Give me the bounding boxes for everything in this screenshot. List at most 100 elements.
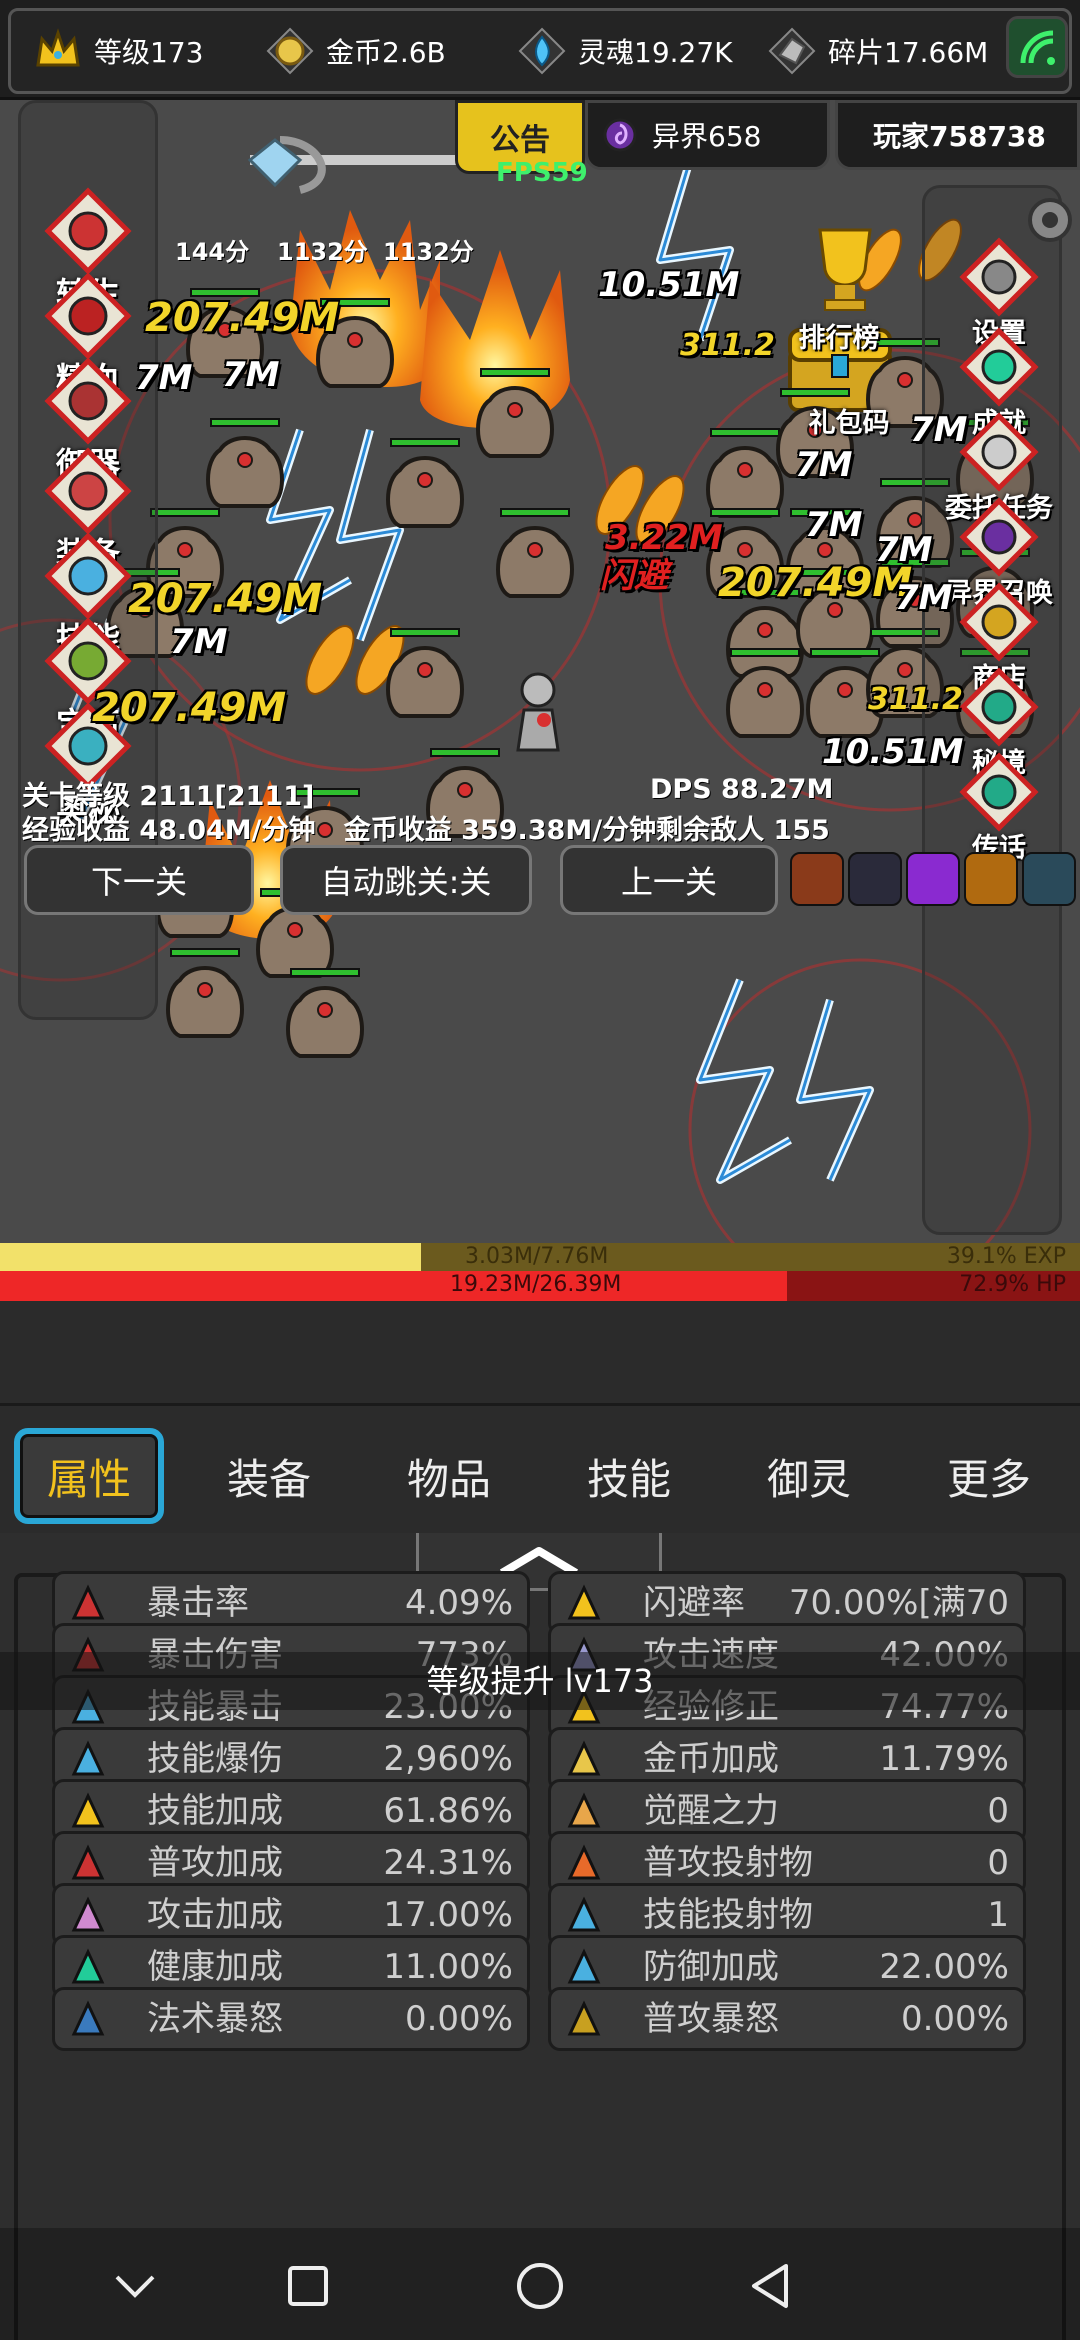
damage-number: 7M [895, 578, 953, 618]
fragment-icon [764, 23, 820, 79]
stat-name: 法术暴怒 [147, 1999, 283, 2039]
level-up-toast: 等级提升 lv173 [0, 1652, 1080, 1710]
stat-icon [63, 1787, 113, 1837]
fragment-value: 碎片17.66M [828, 36, 989, 69]
home-icon[interactable] [510, 2256, 570, 2316]
tab-spirits[interactable]: 御灵 [734, 1428, 884, 1524]
stat-icon [559, 1943, 609, 1993]
menu-badge-icon [957, 580, 1041, 664]
damage-number: 7M [805, 505, 863, 545]
rock-golem-enemy [470, 380, 560, 464]
dps-value: DPS 88.27M [650, 774, 834, 805]
enemy-health-bar [500, 508, 570, 517]
enemy-health-bar [290, 968, 360, 977]
rock-golem-enemy [200, 430, 290, 514]
damage-number: 311.2 [680, 328, 775, 363]
stat-icon [63, 1995, 113, 2045]
chevron-down-icon[interactable] [105, 2256, 165, 2316]
damage-number: 207.49M [92, 685, 287, 731]
divider-strip [0, 1301, 1080, 1403]
damage-number: 7M [170, 622, 228, 662]
battle-field[interactable]: 转生精血御器装备技能宝石奥秘 设置排行榜礼包码成就委托任务异界召唤商店秘境传话 … [0, 100, 1080, 1345]
game-screen: 等级173 金币2.6B 灵魂19.27K 碎片17.66M 奥秘 排行榜 礼包… [0, 0, 1080, 2340]
menu-badge-icon [957, 410, 1041, 494]
damage-number: 7M [875, 530, 933, 570]
damage-number: 10.51M [598, 265, 740, 305]
fps-counter: FPS59 [496, 158, 588, 188]
enemy-health-bar [430, 748, 500, 757]
prev-stage-button[interactable]: 上一关 [560, 845, 778, 915]
stat-row[interactable]: 普攻暴怒 0.00% [548, 1987, 1026, 2051]
hp-bar-fill [0, 1271, 788, 1301]
signal-icon [1020, 30, 1055, 65]
damage-number: 207.49M [128, 576, 323, 622]
stat-icon [63, 1943, 113, 1993]
exp-bar-text: 3.03M/7.76M [465, 1244, 609, 1269]
otherworld-counter[interactable]: 异界658 [585, 100, 830, 170]
stat-name: 普攻暴怒 [643, 1999, 779, 2039]
damage-number: 7M [795, 445, 853, 485]
stat-row[interactable]: 法术暴怒 0.00% [52, 1987, 530, 2051]
tab-equipment[interactable]: 装备 [194, 1428, 344, 1524]
claw-skill-icon[interactable] [964, 852, 1018, 906]
income-row: 经验收益 48.04M/分钟 金币收益 359.38M/分钟剩余敌人 155 [22, 808, 830, 847]
damage-number: 10.51M [822, 732, 964, 772]
soul-flame-icon [514, 23, 570, 79]
fire-skill-icon[interactable] [790, 852, 844, 906]
rock-golem-enemy [160, 960, 250, 1044]
gold-resource: 金币2.6B [262, 18, 446, 84]
tab-items[interactable]: 物品 [374, 1428, 524, 1524]
stat-icon [559, 1995, 609, 2045]
damage-number: 7M [135, 358, 193, 398]
back-icon[interactable] [740, 2256, 800, 2316]
stat-icon [63, 1735, 113, 1785]
dark-orb-skill-icon[interactable] [848, 852, 902, 906]
menu-badge-icon [42, 530, 134, 622]
tab-more[interactable]: 更多 [914, 1428, 1064, 1524]
tab-attributes[interactable]: 属性 [14, 1428, 164, 1524]
enemy-health-bar [480, 368, 550, 377]
resource-bar: 等级173 金币2.6B 灵魂19.27K 碎片17.66M [0, 0, 1080, 100]
rock-golem-enemy [380, 640, 470, 724]
stat-icon [63, 1891, 113, 1941]
right-menu-label: 礼包码 [808, 408, 890, 439]
rock-golem-enemy [380, 450, 470, 534]
gold-income-label: 金币收益 [343, 815, 452, 846]
right-menu-item[interactable]: 礼包码 [774, 325, 924, 440]
signal-button[interactable] [1006, 16, 1068, 78]
recent-apps-icon[interactable] [278, 2256, 338, 2316]
stat-icon [63, 1579, 113, 1629]
fragment-resource: 碎片17.66M [764, 18, 988, 84]
menu-badge-icon [957, 495, 1041, 579]
gold-value: 金币2.6B [326, 36, 446, 69]
menu-spacer [764, 240, 914, 324]
tab-bar: 属性 装备 物品 技能 御灵 更多 [0, 1403, 1080, 1533]
damage-number: 闪避 [600, 556, 668, 596]
arcane-skill-icon[interactable] [906, 852, 960, 906]
next-stage-button[interactable]: 下一关 [24, 845, 254, 915]
gold-income-value: 359.38M/分钟 [461, 815, 657, 846]
wind-skill-icon[interactable] [1022, 852, 1076, 906]
stat-icon [559, 1839, 609, 1889]
stat-icon [559, 1787, 609, 1837]
exp-bar-percent: 39.1% EXP [946, 1244, 1066, 1269]
rock-golem-enemy [280, 980, 370, 1064]
gear-icon[interactable] [1020, 190, 1080, 250]
crown-icon [30, 23, 86, 79]
soul-value: 灵魂19.27K [578, 36, 733, 69]
exp-bar-fill [0, 1243, 422, 1271]
enemy-health-bar [170, 948, 240, 957]
enemy-health-bar [210, 418, 280, 427]
level-value: 等级173 [94, 36, 204, 69]
tab-skills[interactable]: 技能 [554, 1428, 704, 1524]
player-name[interactable]: 玩家758738 [835, 100, 1080, 170]
auto-skip-button[interactable]: 自动跳关:关 [280, 845, 532, 915]
enemy-health-bar [390, 438, 460, 447]
stat-value: 0.00% [404, 1999, 513, 2039]
menu-badge-icon [957, 325, 1041, 409]
enemy-health-bar [150, 508, 220, 517]
damage-number: 311.2 [868, 682, 963, 717]
portal-icon [603, 118, 637, 152]
menu-badge-icon [42, 185, 134, 277]
score-label: 1132分 [383, 238, 474, 266]
